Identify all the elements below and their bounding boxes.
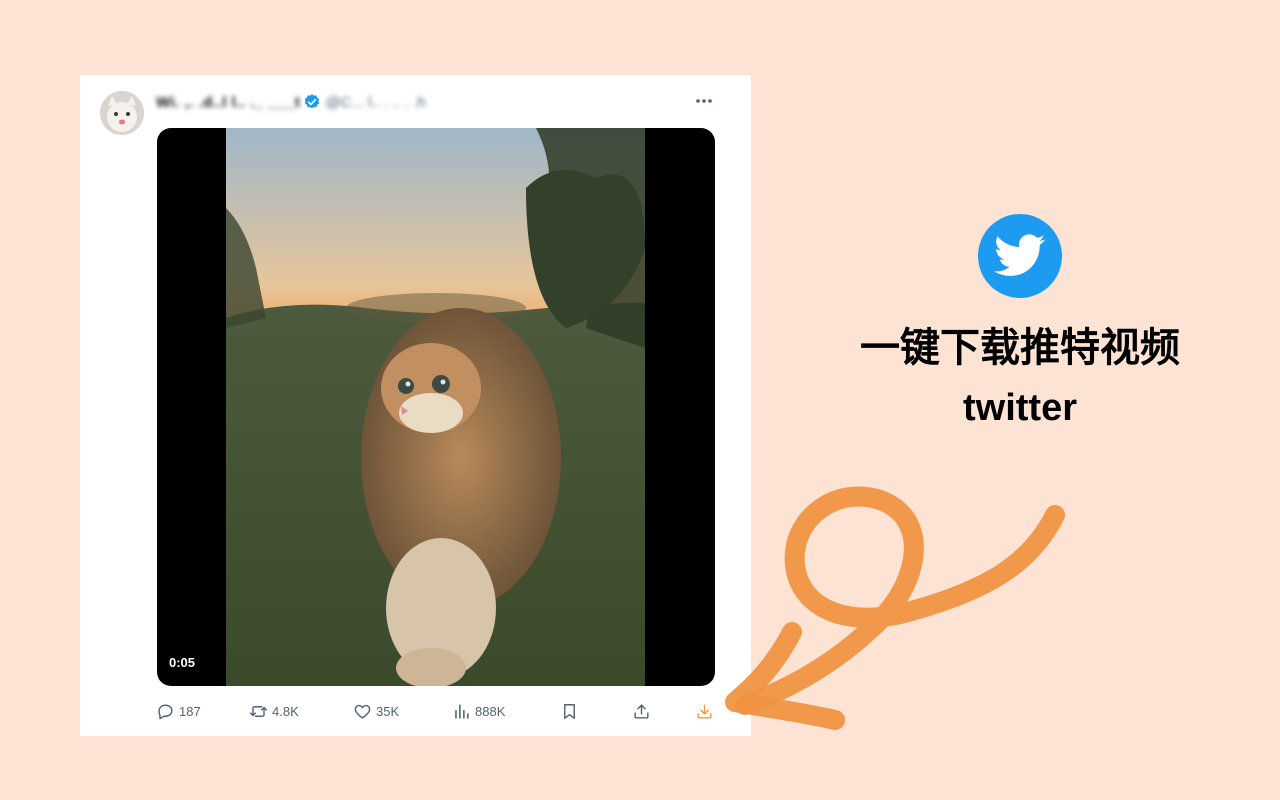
views-button[interactable]: 888K — [452, 699, 505, 723]
retweet-icon — [249, 705, 268, 717]
user-handle[interactable]: @C... l.. . .. . .h — [325, 94, 425, 111]
promo-headline: 一键下载推特视频 — [860, 326, 1180, 370]
share-button[interactable] — [632, 699, 655, 723]
reply-button[interactable]: 187 — [156, 699, 201, 723]
view-count: 888K — [475, 703, 506, 719]
avatar[interactable] — [100, 91, 144, 135]
bookmark-button[interactable] — [560, 699, 583, 723]
twitter-bird-icon — [978, 214, 1062, 298]
retweet-button[interactable]: 4.8K — [249, 699, 299, 723]
heart-icon — [354, 704, 371, 719]
tweet-card: Wi. ,. .d..l l.. ._ ___t @C... l.. . .. … — [80, 75, 751, 736]
display-name[interactable]: Wi. ,. .d..l l.. ._ ___t — [156, 94, 300, 111]
like-button[interactable]: 35K — [353, 699, 399, 723]
tweet-header: Wi. ,. .d..l l.. ._ ___t @C... l.. . .. … — [156, 92, 426, 112]
tweet-actions: 187 4.8K 35K 888K — [156, 699, 721, 723]
video-player[interactable]: 0:05 — [157, 128, 715, 686]
reply-count: 187 — [179, 703, 201, 719]
more-options-icon[interactable] — [693, 91, 715, 111]
promo-panel: 一键下载推特视频 twitter — [820, 210, 1220, 430]
share-icon — [634, 703, 649, 719]
bookmark-icon — [564, 703, 575, 719]
promo-subheadline: twitter — [963, 387, 1077, 429]
views-chart-icon — [455, 703, 469, 719]
video-frame[interactable] — [226, 128, 645, 686]
hand-drawn-arrow-icon — [725, 486, 1065, 730]
reply-icon — [158, 703, 173, 719]
like-count: 35K — [376, 703, 400, 719]
verified-badge-icon — [305, 94, 320, 109]
retweet-count: 4.8K — [272, 703, 299, 719]
video-duration: 0:05 — [169, 655, 196, 670]
